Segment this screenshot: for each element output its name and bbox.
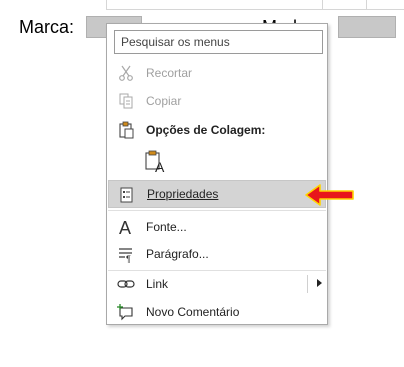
menu-item-new-comment[interactable]: Novo Comentário (108, 298, 326, 326)
paste-options-icon (119, 121, 134, 139)
new-comment-icon (117, 304, 133, 321)
properties-icon (120, 187, 133, 203)
paste-keep-text-icon: A (145, 150, 165, 174)
menu-item-cut[interactable]: Recortar (108, 59, 326, 87)
submenu-divider (307, 275, 308, 293)
doc-table-border (106, 9, 404, 10)
menu-item-font[interactable]: A Fonte... (108, 213, 326, 241)
link-icon (117, 280, 135, 288)
svg-text:A: A (119, 218, 131, 236)
menu-item-label: Opções de Colagem: (146, 123, 266, 137)
copy-icon (119, 93, 133, 109)
menu-paste-options-header: Opções de Colagem: (108, 116, 326, 144)
menu-item-label: Recortar (146, 66, 193, 80)
modelo-field[interactable] (338, 16, 396, 38)
submenu-arrow-icon (317, 279, 322, 287)
menu-item-label: Novo Comentário (146, 305, 240, 319)
context-menu: Recortar Copiar Opções de Colagem: A (106, 23, 328, 325)
menu-item-properties[interactable]: Propriedades (108, 180, 326, 208)
field-label-marca: Marca: (19, 17, 75, 37)
menu-separator (108, 210, 326, 211)
red-arrow-annotation (305, 184, 354, 206)
scissors-icon (119, 65, 133, 81)
svg-text:A: A (155, 159, 165, 174)
menu-search-input[interactable] (115, 31, 322, 53)
font-icon: A (119, 218, 131, 236)
menu-item-label: Copiar (146, 94, 182, 108)
menu-search-box[interactable] (114, 30, 323, 54)
menu-item-label: Fonte... (146, 220, 187, 234)
paste-keep-text-button[interactable]: A (141, 146, 171, 176)
menu-item-link[interactable]: Link (108, 270, 326, 298)
menu-item-label: Parágrafo... (146, 247, 209, 261)
svg-text:¶: ¶ (126, 254, 131, 263)
paragraph-icon: ¶ (119, 248, 132, 263)
menu-item-label: Link (146, 277, 169, 291)
menu-item-label: Propriedades (147, 187, 219, 201)
menu-item-paragraph[interactable]: ¶ Parágrafo... (108, 240, 326, 268)
menu-item-copy[interactable]: Copiar (108, 87, 326, 115)
